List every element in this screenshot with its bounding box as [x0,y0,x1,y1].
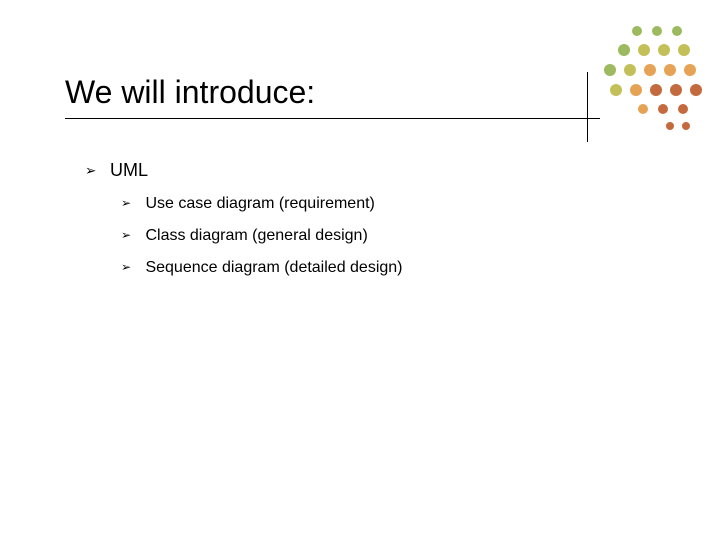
decor-dot [644,64,656,76]
decor-dot [664,64,676,76]
decor-dot [618,44,630,56]
decor-dot [650,84,662,96]
bullet-icon: ➢ [121,228,141,242]
decor-dot [690,84,702,96]
bullet-text: UML [110,160,148,180]
slide-title: We will introduce: [65,75,600,110]
decor-dot [652,26,662,36]
bullet-level2: ➢ Sequence diagram (detailed design) [121,259,660,277]
bullet-level2: ➢ Class diagram (general design) [121,227,660,245]
decor-dot [678,44,690,56]
title-block: We will introduce: [65,75,600,119]
bullet-icon: ➢ [121,260,141,274]
decor-dot [670,84,682,96]
decor-dot [658,104,668,114]
decor-dot [684,64,696,76]
bullet-text: Use case diagram (requirement) [145,195,374,212]
bullet-text: Class diagram (general design) [145,227,367,244]
decor-dot [682,122,690,130]
decor-dot [666,122,674,130]
decor-dot [632,26,642,36]
bullet-text: Sequence diagram (detailed design) [145,259,402,276]
bullet-icon: ➢ [85,163,105,179]
decor-dot [630,84,642,96]
decor-dot [678,104,688,114]
bullet-icon: ➢ [121,196,141,210]
decor-dot [610,84,622,96]
decor-dot [604,64,616,76]
decor-dot [658,44,670,56]
bullet-level2: ➢ Use case diagram (requirement) [121,195,660,213]
slide: We will introduce: ➢ UML ➢ Use case diag… [0,0,720,540]
bullet-level1: ➢ UML [85,160,660,181]
decor-dot [638,44,650,56]
slide-body: ➢ UML ➢ Use case diagram (requirement) ➢… [85,160,660,291]
decor-dot [638,104,648,114]
decor-dot [672,26,682,36]
decor-dot [624,64,636,76]
